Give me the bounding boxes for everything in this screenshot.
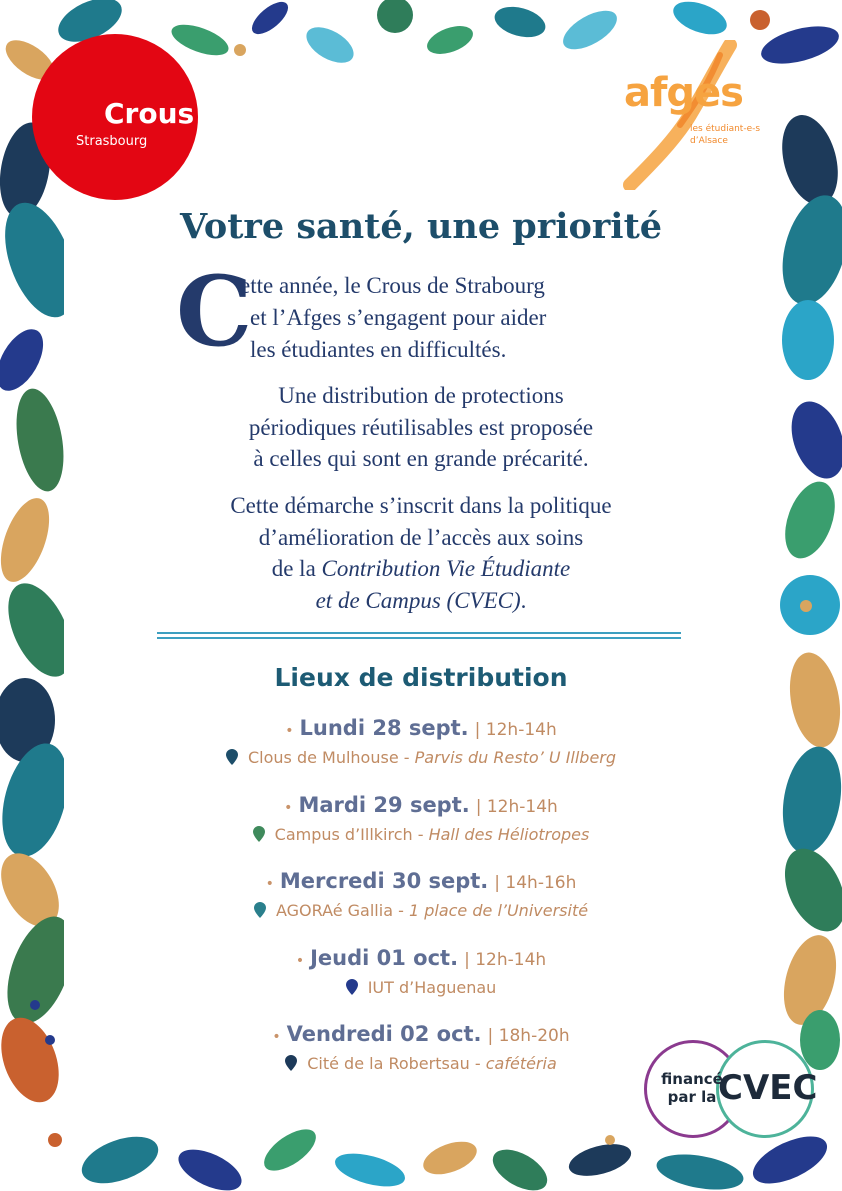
- event-place: IUT d’Haguenau: [367, 978, 497, 997]
- bullet-icon: •: [272, 1028, 281, 1045]
- section-divider: [157, 632, 681, 640]
- event-date-line: • Mercredi 30 sept. | 14h-16h: [64, 869, 778, 893]
- event-place-detail: Hall des Héliotropes: [428, 825, 590, 844]
- paragraph-line: Cette démarche s’inscrit dans la politiq…: [230, 493, 612, 518]
- event-place-line: IUT d’Haguenau: [64, 978, 778, 997]
- paragraph-text: .: [520, 587, 527, 613]
- event-place: Campus d’Illkirch -: [274, 825, 429, 844]
- event-day: Mardi 29 sept.: [298, 793, 470, 817]
- event-time: | 12h-14h: [464, 950, 547, 970]
- event-day: Mercredi 30 sept.: [279, 869, 489, 893]
- event-place: AGORAé Gallia -: [275, 901, 409, 920]
- event-day: Jeudi 01 oct.: [310, 946, 459, 970]
- afges-logo-name: afges: [624, 70, 744, 116]
- map-pin-icon: [345, 979, 358, 995]
- paragraph-line: et de Campus (CVEC).: [64, 585, 778, 617]
- event-place-line: Campus d’Illkirch - Hall des Héliotropes: [64, 825, 778, 844]
- event-place-detail: 1 place de l’Université: [408, 901, 589, 920]
- event-time: | 12h-14h: [474, 720, 557, 740]
- distribution-event: • Mercredi 30 sept. | 14h-16h AGORAé Galli…: [64, 869, 778, 920]
- distribution-event: • Jeudi 01 oct. | 12h-14h IUT d’Haguenau: [64, 946, 778, 997]
- paragraph-line: de la Contribution Vie Étudiante: [64, 553, 778, 585]
- distribution-event: • Mardi 29 sept. | 12h-14h Campus d’Illkir…: [64, 793, 778, 844]
- paragraph-line: d’amélioration de l’accès aux soins: [258, 524, 584, 550]
- bullet-icon: •: [265, 875, 274, 892]
- event-day: Vendredi 02 oct.: [286, 1022, 482, 1046]
- distribution-paragraph: Une distribution de protections périodiq…: [64, 380, 778, 475]
- intro-line: les étudiantes en difficultés.: [250, 337, 507, 362]
- map-pin-icon: [285, 1055, 298, 1071]
- paragraph-line: périodiques réutilisables est proposée: [248, 414, 594, 440]
- event-place: Clous de Mulhouse -: [247, 748, 415, 767]
- event-time: | 18h-20h: [487, 1026, 570, 1046]
- event-place-line: Clous de Mulhouse - Parvis du Resto’ U I…: [64, 748, 778, 767]
- cvec-badge: financé par la CVEC: [644, 1040, 822, 1140]
- cvec-full-name: Contribution Vie Étudiante: [321, 556, 571, 581]
- intro-paragraph: ette année, le Crous de Strabourg et l’A…: [240, 270, 546, 366]
- policy-paragraph: Cette démarche s’inscrit dans la politiq…: [64, 490, 778, 616]
- map-pin-icon: [253, 902, 266, 918]
- paragraph-text: de la: [271, 556, 322, 581]
- event-time: | 14h-16h: [494, 873, 577, 893]
- event-time: | 12h-14h: [475, 797, 558, 817]
- bullet-icon: •: [285, 722, 294, 739]
- cvec-label: CVEC: [718, 1068, 818, 1108]
- afges-logo-tagline: les étudiant-e-s d’Alsace: [690, 124, 761, 146]
- crous-logo-city: Strasbourg: [76, 134, 148, 149]
- bullet-icon: •: [284, 799, 293, 816]
- paragraph-line: à celles qui sont en grande précarité.: [253, 446, 589, 471]
- intro-line: ette année, le Crous de Strabourg: [240, 273, 545, 298]
- map-pin-icon: [225, 749, 238, 765]
- intro-line: et l’Afges s’engagent pour aider: [250, 305, 547, 330]
- event-day: Lundi 28 sept.: [299, 716, 469, 740]
- cvec-full-name-end: et de Campus (CVEC): [315, 587, 521, 613]
- event-date-line: • Mardi 29 sept. | 12h-14h: [64, 793, 778, 817]
- event-place-detail: Parvis du Resto’ U Illberg: [414, 748, 617, 767]
- crous-logo-name: Crous: [104, 97, 195, 130]
- event-place-line: AGORAé Gallia - 1 place de l’Université: [64, 901, 778, 920]
- distribution-event: • Lundi 28 sept. | 12h-14h Clous de Mulhou…: [64, 716, 778, 767]
- event-date-line: • Lundi 28 sept. | 12h-14h: [64, 716, 778, 740]
- event-place: Cité de la Robertsau -: [307, 1054, 486, 1073]
- distribution-heading: Lieux de distribution: [274, 663, 568, 692]
- event-date-line: • Jeudi 01 oct. | 12h-14h: [64, 946, 778, 970]
- event-place-detail: cafétéria: [485, 1054, 557, 1073]
- paragraph-line: Une distribution de protections: [278, 383, 564, 408]
- map-pin-icon: [252, 826, 265, 842]
- page-title: Votre santé, une priorité: [179, 206, 663, 247]
- bullet-icon: •: [295, 952, 305, 969]
